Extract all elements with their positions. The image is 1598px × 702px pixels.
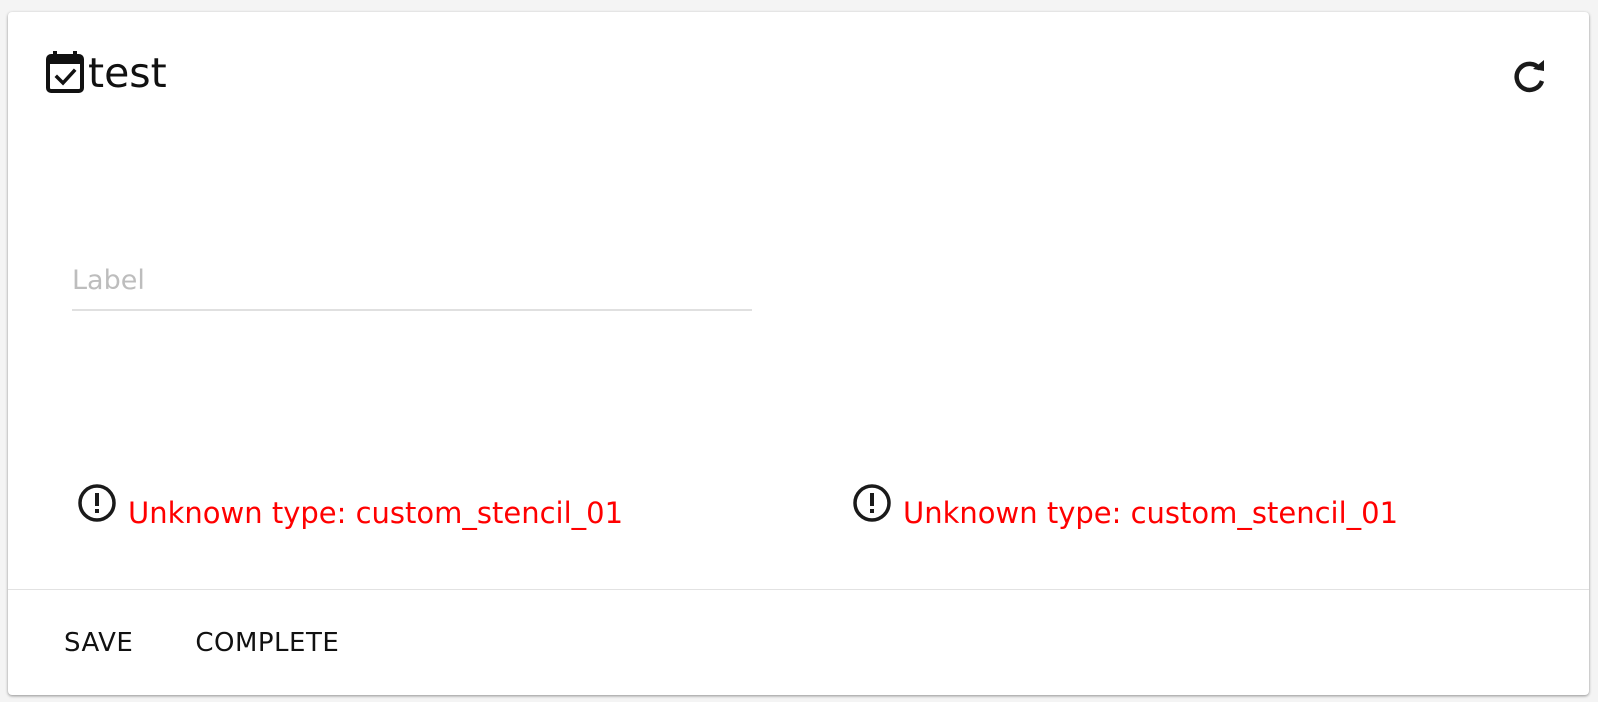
- alert-circle-icon: [851, 482, 893, 524]
- alert-circle-icon: [76, 482, 118, 524]
- refresh-icon: [1509, 60, 1549, 101]
- card-header: test: [46, 48, 167, 98]
- task-card: test Unknown type: custom_stencil_01: [8, 12, 1589, 695]
- error-message: Unknown type: custom_stencil_01: [76, 482, 623, 530]
- label-field: [72, 257, 752, 311]
- error-text: Unknown type: custom_stencil_01: [128, 496, 624, 530]
- calendar-check-icon: [46, 51, 86, 95]
- save-button[interactable]: SAVE: [48, 622, 149, 664]
- divider: [8, 589, 1589, 590]
- complete-button[interactable]: COMPLETE: [179, 622, 355, 664]
- label-input[interactable]: [72, 261, 752, 299]
- page-title: test: [88, 48, 167, 97]
- refresh-button[interactable]: [1509, 57, 1549, 97]
- error-message: Unknown type: custom_stencil_01: [851, 482, 1398, 530]
- error-text: Unknown type: custom_stencil_01: [903, 496, 1399, 530]
- card-actions: SAVE COMPLETE: [48, 622, 385, 664]
